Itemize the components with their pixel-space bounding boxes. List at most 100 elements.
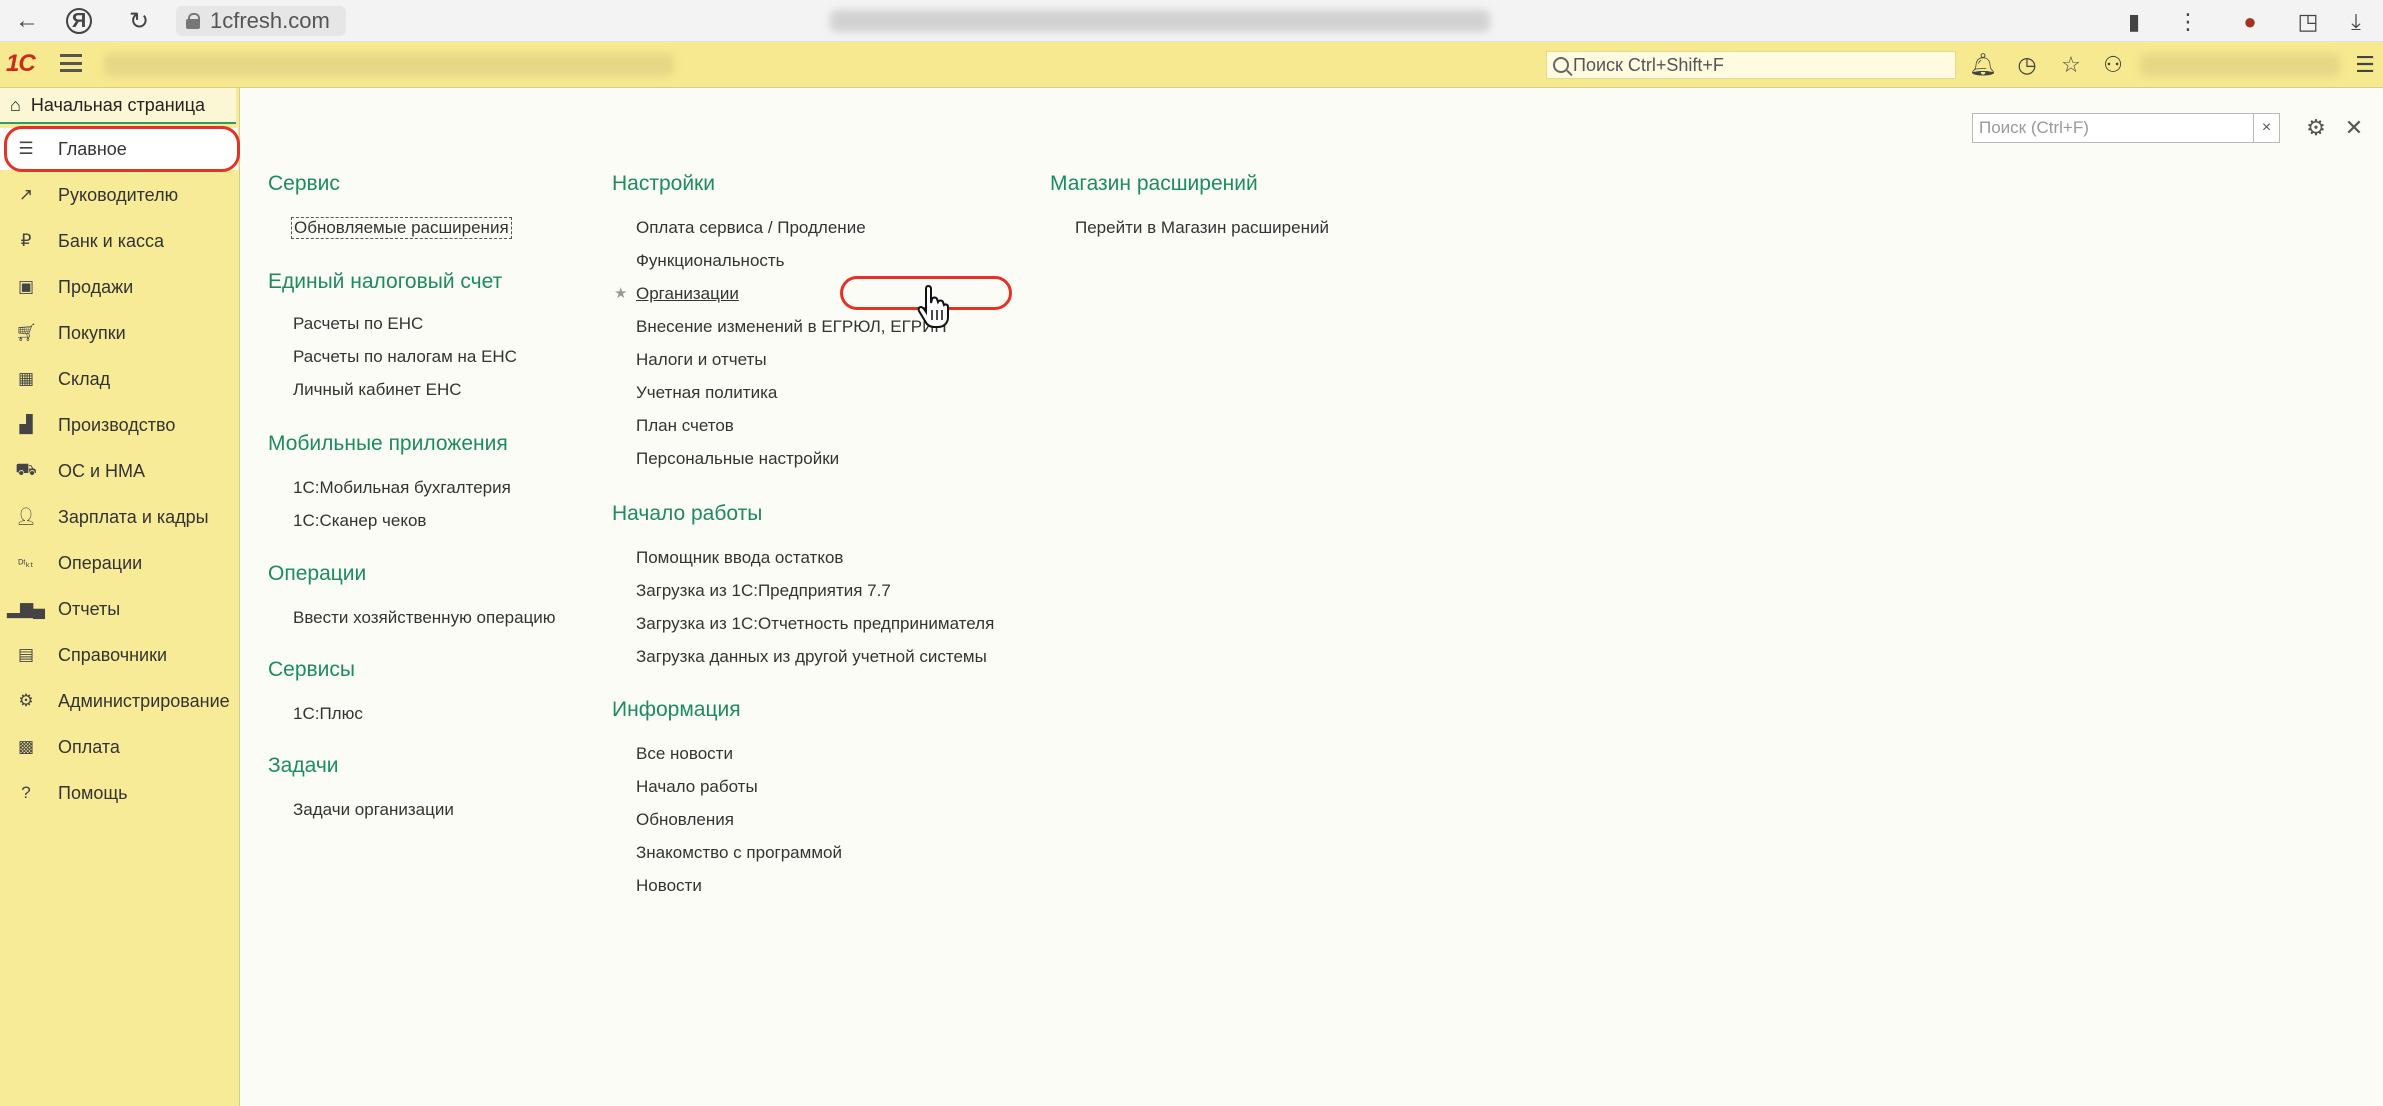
sidebar-item-label: Банк и касса xyxy=(58,230,164,251)
link-updatable-extensions[interactable]: Обновляемые расширения xyxy=(291,217,512,239)
sidebar-item-reports[interactable]: ▂▆▄ Отчеты xyxy=(0,588,238,630)
sidebar-item-bank[interactable]: ₽ Банк и касса xyxy=(0,220,238,262)
address-bar[interactable]: 1cfresh.com xyxy=(176,6,346,36)
link-personal-settings[interactable]: Персональные настройки xyxy=(636,449,839,469)
trend-icon: ↗ xyxy=(18,185,34,204)
bookmark-icon[interactable]: ▮ xyxy=(2120,8,2148,36)
gear-icon: ⚙ xyxy=(18,691,34,710)
sidebar-item-sales[interactable]: ▣ Продажи xyxy=(0,266,238,308)
link-open-extension-store[interactable]: Перейти в Магазин расширений xyxy=(1075,218,1329,238)
sidebar-item-label: Оплата xyxy=(58,736,120,757)
link-enter-operation[interactable]: Ввести хозяйственную операцию xyxy=(293,608,556,628)
link-org-tasks[interactable]: Задачи организации xyxy=(293,800,454,820)
settings-menu-icon[interactable]: ☰ xyxy=(2352,52,2378,78)
sidebar-item-label: Администрирование xyxy=(58,690,230,711)
gear-icon[interactable]: ⚙ xyxy=(2302,114,2330,142)
section-title-settings: Настройки xyxy=(612,172,715,195)
sidebar-item-label: Справочники xyxy=(58,644,168,665)
link-all-news[interactable]: Все новости xyxy=(636,744,733,764)
more-icon[interactable]: ⋮ xyxy=(2174,8,2202,36)
reload-icon[interactable]: ↻ xyxy=(124,6,154,36)
lock-icon xyxy=(186,13,200,29)
sidebar-item-warehouse[interactable]: ▦ Склад xyxy=(0,358,238,400)
link-getting-started[interactable]: Начало работы xyxy=(636,777,758,797)
sidebar-item-label: ОС и НМА xyxy=(58,460,146,481)
sidebar-item-label: Отчеты xyxy=(58,598,121,619)
close-icon[interactable]: ✕ xyxy=(2340,114,2368,142)
sidebar-item-label: Зарплата и кадры xyxy=(58,506,209,527)
sidebar-item-payment[interactable]: ▩ Оплата xyxy=(0,726,238,768)
global-search-input[interactable]: Поиск Ctrl+Shift+F xyxy=(1546,51,1956,79)
profile-icon[interactable]: ◳ xyxy=(2294,8,2322,36)
link-ens-cabinet[interactable]: Личный кабинет ЕНС xyxy=(293,380,462,400)
main-menu-icon[interactable] xyxy=(60,54,82,72)
sidebar-item-production[interactable]: ▟ Производство xyxy=(0,404,238,446)
blurred-tab-title xyxy=(830,10,1490,32)
section-title-mobile: Мобильные приложения xyxy=(268,432,508,455)
link-accounting-policy[interactable]: Учетная политика xyxy=(636,383,777,403)
section-title-ens: Единый налоговый счет xyxy=(268,270,503,293)
hand-cursor-icon xyxy=(917,284,949,328)
browser-toolbar: ← Я ↻ 1cfresh.com ▮ ⋮ ● ◳ ⤓ xyxy=(0,0,2383,42)
download-icon[interactable]: ⤓ xyxy=(2342,8,2370,36)
star-icon[interactable]: ☆ xyxy=(2058,52,2084,78)
sidebar-item-label: Продажи xyxy=(58,276,134,297)
sidebar-item-assets[interactable]: ⛟ ОС и НМА xyxy=(0,450,238,492)
sections-sidebar: ⌂ Начальная страница ☰ Главное ↗ Руковод… xyxy=(0,88,240,1106)
link-import-entrepreneur[interactable]: Загрузка из 1С:Отчетность предпринимател… xyxy=(636,614,994,634)
blurred-user-name xyxy=(2140,54,2340,76)
sidebar-item-admin[interactable]: ⚙ Администрирование xyxy=(0,680,238,722)
sidebar-item-label: Руководителю xyxy=(58,184,179,205)
sidebar-item-references[interactable]: ▤ Справочники xyxy=(0,634,238,676)
sidebar-item-salary[interactable]: 👤︎ Зарплата и кадры xyxy=(0,496,238,538)
home-page-label: Начальная страница xyxy=(30,94,206,115)
sidebar-item-manager[interactable]: ↗ Руководителю xyxy=(0,174,238,216)
logo-1c: 1С xyxy=(6,50,36,77)
sidebar-item-label: Склад xyxy=(58,368,111,389)
link-news[interactable]: Новости xyxy=(636,876,702,896)
sidebar-item-label: Производство xyxy=(58,414,176,435)
factory-icon: ▟ xyxy=(19,415,33,434)
question-icon: ? xyxy=(21,783,31,802)
link-import-77[interactable]: Загрузка из 1С:Предприятия 7.7 xyxy=(636,581,891,601)
link-balances-wizard[interactable]: Помощник ввода остатков xyxy=(636,548,843,568)
link-import-other-system[interactable]: Загрузка данных из другой учетной систем… xyxy=(636,647,987,667)
link-ens-tax-settlements[interactable]: Расчеты по налогам на ЕНС xyxy=(293,347,517,367)
sidebar-item-label: Операции xyxy=(58,552,143,573)
link-taxes-reports[interactable]: Налоги и отчеты xyxy=(636,350,767,370)
link-program-intro[interactable]: Знакомство с программой xyxy=(636,843,842,863)
link-egrul-changes[interactable]: Внесение изменений в ЕГРЮЛ, ЕГРИП xyxy=(636,317,947,337)
wallet-icon: ▩ xyxy=(17,737,35,756)
extension-icon[interactable]: ● xyxy=(2236,8,2264,36)
sidebar-item-help[interactable]: ? Помощь xyxy=(0,772,238,814)
home-icon: ⌂ xyxy=(10,94,21,115)
user-icon[interactable]: ⚇ xyxy=(2100,52,2126,78)
url-text: 1cfresh.com xyxy=(210,8,330,33)
sidebar-item-label: Помощь xyxy=(58,782,128,803)
home-page-tab[interactable]: ⌂ Начальная страница xyxy=(0,88,236,124)
link-service-payment[interactable]: Оплата сервиса / Продление xyxy=(636,218,866,238)
link-chart-of-accounts[interactable]: План счетов xyxy=(636,416,734,436)
yandex-icon[interactable]: Я xyxy=(66,8,92,34)
link-updates[interactable]: Обновления xyxy=(636,810,734,830)
panel-search-placeholder: Поиск (Ctrl+F) xyxy=(1979,118,2089,137)
clear-icon[interactable]: × xyxy=(2253,114,2279,142)
bell-icon[interactable]: 🔔︎ xyxy=(1969,52,1997,78)
back-icon[interactable]: ← xyxy=(12,6,42,36)
favorite-star-icon[interactable]: ★ xyxy=(614,284,627,302)
section-title-getting-started: Начало работы xyxy=(612,502,763,525)
books-icon: ▤ xyxy=(17,645,35,664)
truck-icon: ⛟ xyxy=(15,460,37,479)
history-icon[interactable]: ◷ xyxy=(2014,52,2040,78)
panel-search-input[interactable]: Поиск (Ctrl+F) × xyxy=(1972,113,2280,143)
link-receipt-scanner[interactable]: 1С:Сканер чеков xyxy=(293,511,426,531)
link-ens-settlements[interactable]: Расчеты по ЕНС xyxy=(293,314,423,334)
ruble-coin-icon: ₽ xyxy=(20,231,32,250)
link-organizations[interactable]: Организации xyxy=(636,284,739,304)
link-functionality[interactable]: Функциональность xyxy=(636,251,785,271)
link-1c-plus[interactable]: 1С:Плюс xyxy=(293,704,363,724)
link-mobile-accounting[interactable]: 1С:Мобильная бухгалтерия xyxy=(293,478,511,498)
global-search-placeholder: Поиск Ctrl+Shift+F xyxy=(1573,54,1724,75)
sidebar-item-purchases[interactable]: 🛒︎ Покупки xyxy=(0,312,238,354)
sidebar-item-operations[interactable]: ᴰᵗₖₜ Операции xyxy=(0,542,238,584)
